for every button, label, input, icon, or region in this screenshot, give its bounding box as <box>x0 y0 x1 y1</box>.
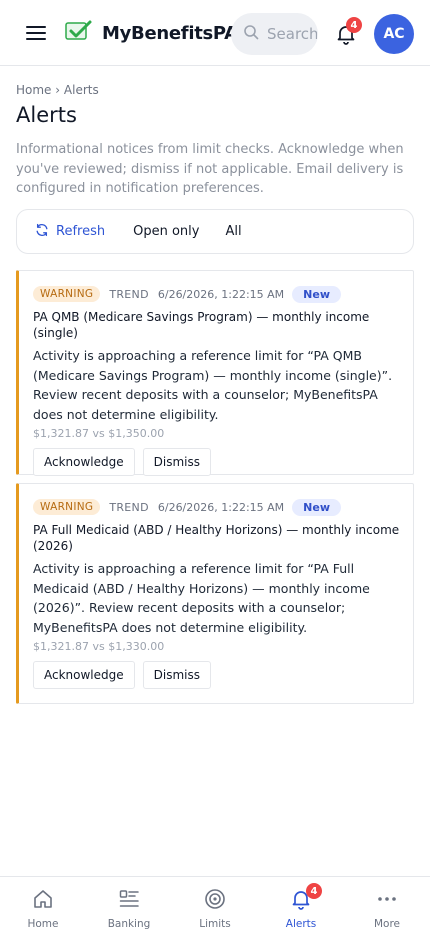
severity-badge: WARNING <box>33 286 101 302</box>
alert-card: WARNING TREND 6/26/2026, 1:22:15 AM New … <box>16 483 414 704</box>
bottom-navigation: Home Banking Limits 4 Alerts More <box>0 876 430 936</box>
acknowledge-button[interactable]: Acknowledge <box>33 448 135 476</box>
checkmark-logo-icon <box>64 19 94 47</box>
refresh-button[interactable]: Refresh <box>35 223 105 241</box>
more-dots-icon <box>376 888 398 910</box>
alerts-count-badge: 4 <box>306 883 322 899</box>
alert-title: PA QMB (Medicare Savings Program) — mont… <box>33 310 370 340</box>
nav-home-label: Home <box>27 918 59 930</box>
brand-logo[interactable]: MyBenefitsPA <box>64 19 238 47</box>
nav-limits[interactable]: Limits <box>172 877 258 936</box>
nav-banking[interactable]: Banking <box>86 877 172 936</box>
breadcrumb-home-link[interactable]: Home <box>16 83 51 97</box>
notifications-button[interactable]: 4 <box>334 17 362 46</box>
filter-all[interactable]: All <box>225 224 241 239</box>
alert-meta: WARNING TREND 6/26/2026, 1:22:15 AM New <box>33 498 400 516</box>
page-description: Informational notices from limit checks.… <box>16 142 404 196</box>
list-icon <box>118 888 140 910</box>
notification-count-badge: 4 <box>346 17 362 33</box>
alert-comparison: $1,321.87 vs $1,330.00 <box>33 640 165 653</box>
alert-body: Activity is approaching a reference limi… <box>33 561 370 635</box>
page-title: Alerts <box>16 103 77 127</box>
alert-card: WARNING TREND 6/26/2026, 1:22:15 AM New … <box>16 270 414 476</box>
alert-type: TREND <box>109 287 149 301</box>
hamburger-menu-icon[interactable] <box>24 21 48 45</box>
nav-more-label: More <box>373 918 401 930</box>
alert-timestamp: 6/26/2026, 1:22:15 AM <box>157 500 285 514</box>
status-badge: New <box>292 285 342 303</box>
breadcrumb: Home › Alerts <box>16 83 99 97</box>
alert-type: TREND <box>109 500 149 514</box>
dismiss-button[interactable]: Dismiss <box>142 448 211 476</box>
nav-alerts-label: Alerts <box>285 918 317 930</box>
search-box[interactable] <box>231 13 318 55</box>
alert-actions: Acknowledge Dismiss <box>33 661 400 689</box>
filter-open-only[interactable]: Open only <box>133 224 199 239</box>
acknowledge-button[interactable]: Acknowledge <box>33 661 135 689</box>
user-avatar[interactable]: AC <box>374 14 414 54</box>
search-icon <box>243 24 259 44</box>
nav-limits-label: Limits <box>199 918 231 930</box>
breadcrumb-separator: › <box>55 83 61 97</box>
refresh-icon <box>35 223 49 241</box>
alert-actions: Acknowledge Dismiss <box>33 448 400 476</box>
alerts-filter-bar: Refresh Open only All <box>16 209 414 254</box>
breadcrumb-current: Alerts <box>63 83 99 97</box>
search-input[interactable] <box>267 25 317 43</box>
alert-body: Activity is approaching a reference limi… <box>33 348 393 422</box>
nav-alerts[interactable]: 4 Alerts <box>258 877 344 936</box>
nav-more[interactable]: More <box>344 877 430 936</box>
nav-banking-label: Banking <box>107 918 151 930</box>
top-app-bar: MyBenefitsPA 4 AC <box>0 0 430 66</box>
home-icon <box>32 888 54 910</box>
status-badge: New <box>292 498 342 516</box>
alert-comparison: $1,321.87 vs $1,350.00 <box>33 427 165 440</box>
severity-badge: WARNING <box>33 499 101 515</box>
nav-home[interactable]: Home <box>0 877 86 936</box>
refresh-label: Refresh <box>56 224 106 239</box>
alert-meta: WARNING TREND 6/26/2026, 1:22:15 AM New <box>33 285 400 303</box>
bell-icon <box>334 26 358 50</box>
target-icon <box>204 888 226 910</box>
alert-timestamp: 6/26/2026, 1:22:15 AM <box>157 287 285 301</box>
brand-name: MyBenefitsPA <box>102 22 238 44</box>
alert-title: PA Full Medicaid (ABD / Healthy Horizons… <box>33 523 400 553</box>
dismiss-button[interactable]: Dismiss <box>142 661 211 689</box>
